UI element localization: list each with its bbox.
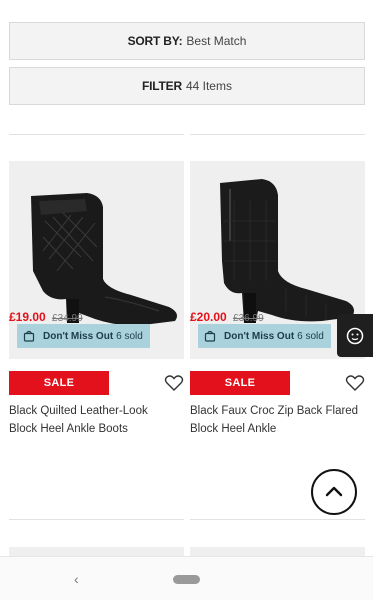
promo-text: Don't Miss Out (43, 330, 114, 342)
feedback-button[interactable] (337, 314, 373, 357)
feedback-icon (346, 327, 364, 344)
sort-label: SORT BY: (127, 34, 183, 48)
promo-text: Don't Miss Out (224, 330, 295, 342)
price-was: £34.99 (52, 313, 83, 324)
sale-badge: SALE (190, 371, 290, 395)
product-card[interactable]: Don't Miss Out 6 sold SALE Black Faux Cr… (190, 161, 365, 438)
product-card[interactable]: Don't Miss Out 6 sold SALE Black Quilted… (9, 161, 184, 438)
heart-icon[interactable] (345, 373, 365, 393)
product-title[interactable]: Black Quilted Leather-Look Block Heel An… (9, 402, 179, 438)
price-now: £20.00 (190, 310, 227, 324)
product-image[interactable]: Don't Miss Out 6 sold (9, 161, 184, 359)
product-price: £20.00 £36.99 (190, 310, 264, 324)
home-pill-icon[interactable] (173, 575, 200, 584)
divider (190, 519, 365, 520)
filter-button[interactable]: FILTER 44 Items (9, 67, 365, 105)
chevron-up-icon (325, 486, 343, 497)
promo-badge: Don't Miss Out 6 sold (198, 324, 331, 348)
divider (9, 519, 184, 520)
sort-by-button[interactable]: SORT BY: Best Match (9, 22, 365, 60)
scroll-to-top-button[interactable] (311, 469, 357, 515)
bag-icon (204, 330, 216, 342)
product-price: £19.00 £34.99 (9, 310, 83, 324)
product-title[interactable]: Black Faux Croc Zip Back Flared Block He… (190, 402, 360, 438)
sale-badge: SALE (9, 371, 109, 395)
price-now: £19.00 (9, 310, 46, 324)
product-listing-page: SORT BY: Best Match FILTER 44 Items Don'… (0, 0, 373, 600)
back-icon[interactable]: ‹ (74, 571, 79, 587)
divider (190, 134, 365, 135)
divider (9, 134, 184, 135)
promo-sold-count: 6 sold (116, 330, 143, 342)
filter-count: 44 Items (185, 79, 232, 93)
bag-icon (23, 330, 35, 342)
promo-sold-count: 6 sold (297, 330, 324, 342)
system-navigation-bar: ‹ (0, 556, 373, 600)
price-was: £36.99 (233, 313, 264, 324)
promo-badge: Don't Miss Out 6 sold (17, 324, 150, 348)
filter-label: FILTER (142, 79, 182, 93)
heart-icon[interactable] (164, 373, 184, 393)
sort-value: Best Match (186, 34, 247, 48)
